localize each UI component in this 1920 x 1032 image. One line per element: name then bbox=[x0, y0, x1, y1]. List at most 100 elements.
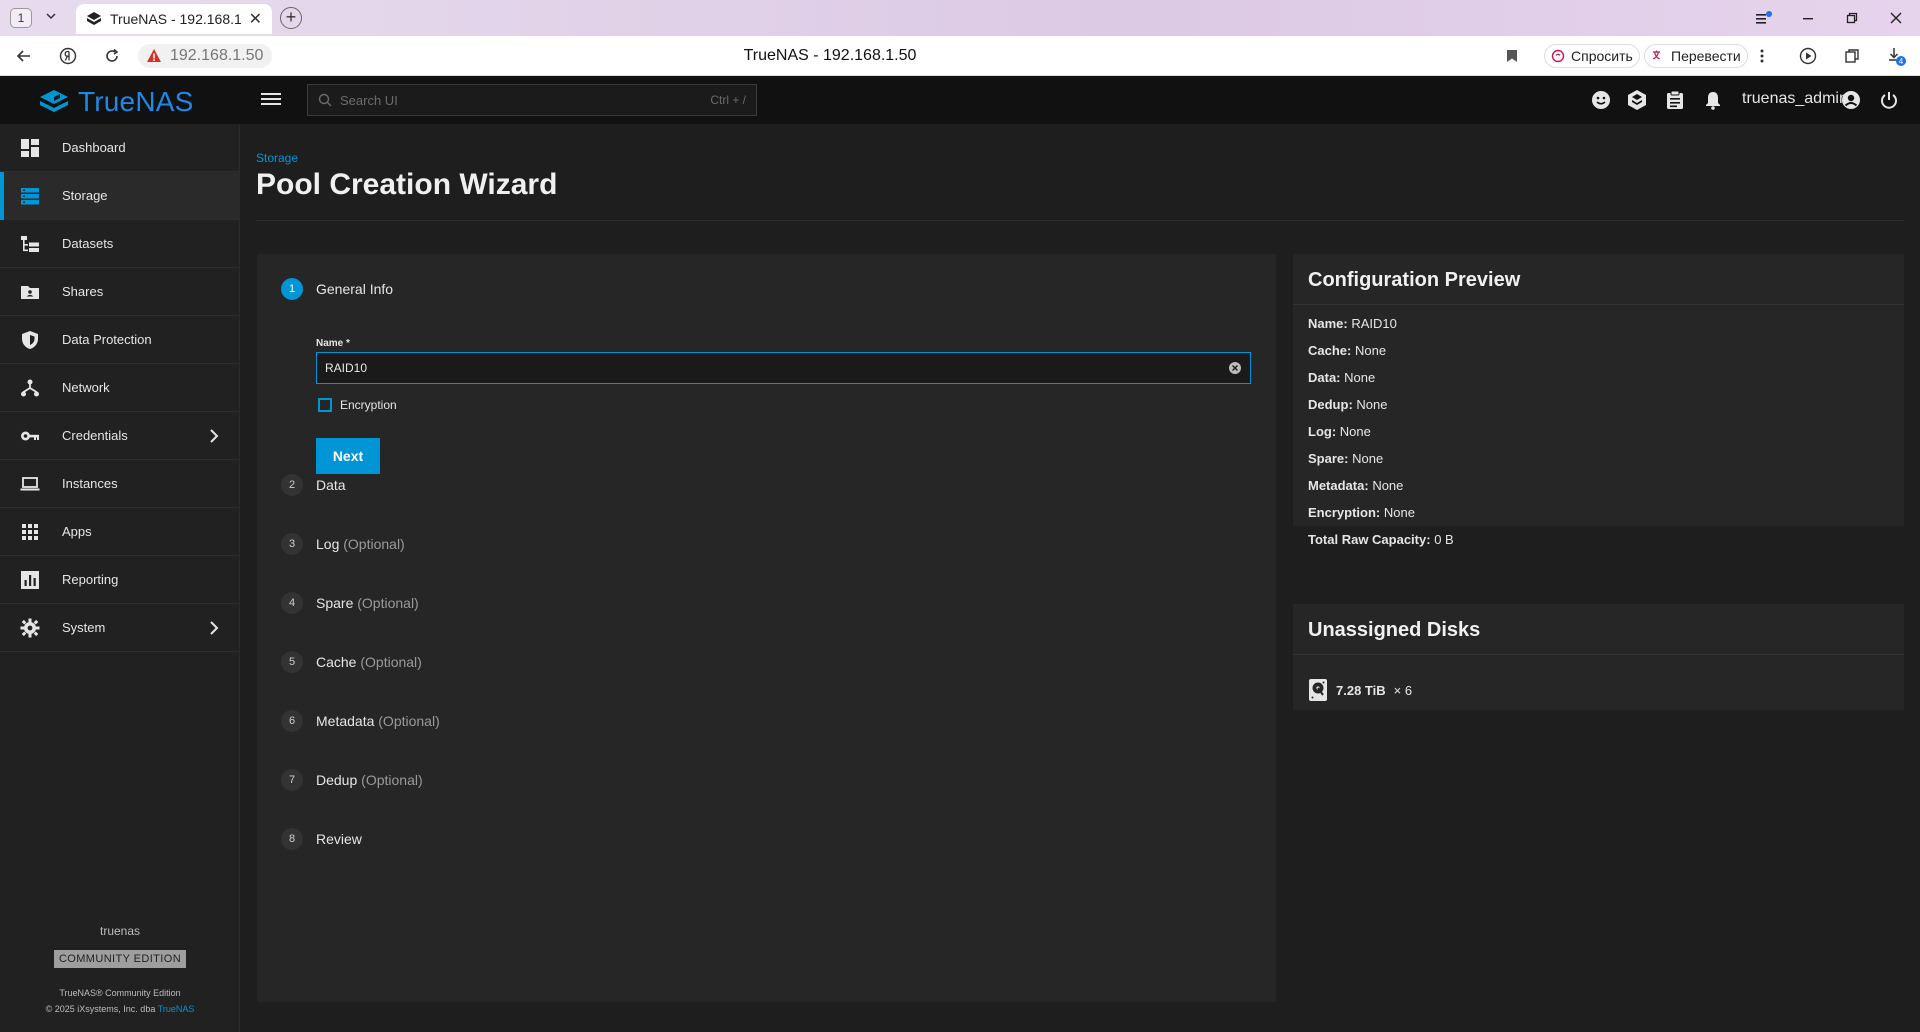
truenas-logo[interactable]: TrueNAS bbox=[38, 86, 194, 118]
divider bbox=[1293, 304, 1904, 305]
name-field[interactable]: RAID10 bbox=[316, 352, 1251, 384]
sidebar-item-network[interactable]: Network bbox=[0, 364, 239, 412]
minimize-window-icon[interactable] bbox=[1786, 0, 1830, 36]
step-dedup[interactable]: Dedup (Optional) bbox=[316, 772, 423, 788]
truenas-favicon-icon bbox=[87, 12, 101, 25]
chevron-right-icon bbox=[210, 621, 219, 635]
downloads-badge: 4 bbox=[1899, 57, 1904, 66]
preview-value: RAID10 bbox=[1351, 316, 1397, 331]
sidebar-item-system[interactable]: System bbox=[0, 604, 239, 652]
new-tab-button[interactable]: + bbox=[280, 7, 302, 29]
reload-icon[interactable] bbox=[98, 44, 126, 68]
step-cache[interactable]: Cache (Optional) bbox=[316, 654, 422, 670]
username-label[interactable]: truenas_admin bbox=[1742, 90, 1848, 108]
shield-icon bbox=[22, 331, 38, 349]
step-spare[interactable]: Spare (Optional) bbox=[316, 595, 419, 611]
copyright-brand-link[interactable]: TrueNAS bbox=[158, 1004, 195, 1014]
sidebar-item-shares[interactable]: Shares bbox=[0, 268, 239, 316]
wizard-stepper: 1 General Info Name * RAID10 Encryption … bbox=[257, 254, 1276, 1002]
close-window-icon[interactable] bbox=[1874, 0, 1918, 36]
datasets-icon bbox=[21, 236, 39, 252]
step-log[interactable]: Log (Optional) bbox=[316, 536, 405, 552]
sidebar-item-label: Instances bbox=[62, 476, 118, 491]
notifications-bell-icon[interactable] bbox=[1702, 89, 1724, 111]
preview-value: 0 B bbox=[1434, 532, 1454, 547]
chart-icon bbox=[21, 571, 39, 589]
url-field[interactable]: 192.168.1.50 bbox=[138, 44, 272, 68]
step-optional-tag: (Optional) bbox=[378, 713, 440, 729]
disk-count: × 6 bbox=[1393, 682, 1413, 698]
search-shortcut: Ctrl + / bbox=[710, 93, 746, 107]
bookmark-icon[interactable] bbox=[1498, 44, 1526, 68]
step-label: Metadata bbox=[316, 713, 375, 729]
restore-window-icon[interactable] bbox=[1830, 0, 1874, 36]
preview-key: Dedup: bbox=[1308, 397, 1353, 412]
sidebar-item-label: System bbox=[62, 620, 106, 635]
disk-size: 7.28 TiB bbox=[1336, 682, 1386, 698]
step-number-badge: 4 bbox=[281, 592, 303, 614]
step-review[interactable]: Review bbox=[316, 831, 362, 847]
encryption-checkbox[interactable] bbox=[318, 398, 332, 412]
tab-counter[interactable]: 1 bbox=[10, 8, 32, 28]
sidebar-item-apps[interactable]: Apps bbox=[0, 508, 239, 556]
name-field-value: RAID10 bbox=[325, 361, 368, 375]
browser-tab-title: TrueNAS - 192.168.1.50 bbox=[110, 11, 241, 27]
sidebar-item-label: Network bbox=[62, 380, 110, 395]
close-tab-icon[interactable]: ✕ bbox=[249, 9, 262, 29]
sidebar-item-label: Data Protection bbox=[62, 332, 152, 347]
sidebar-item-storage[interactable]: Storage bbox=[0, 172, 239, 220]
preview-row: Name: RAID10 bbox=[1308, 316, 1397, 331]
sidebar-item-datasets[interactable]: Datasets bbox=[0, 220, 239, 268]
step-data[interactable]: Data bbox=[316, 477, 346, 493]
app-header: TrueNAS Search UI Ctrl + / truenas_admin bbox=[0, 76, 1920, 124]
encryption-label[interactable]: Encryption bbox=[340, 398, 397, 412]
step-number-badge: 5 bbox=[281, 651, 303, 673]
browser-menu-icon[interactable] bbox=[1742, 0, 1786, 36]
insecure-warning-icon[interactable] bbox=[146, 48, 162, 64]
browser-tab-bar: 1 TrueNAS - 192.168.1.50 ✕ + bbox=[0, 0, 1920, 36]
laptop-icon bbox=[20, 477, 40, 491]
translate-icon bbox=[1652, 50, 1660, 60]
preview-row: Data: None bbox=[1308, 370, 1375, 385]
yandex-icon[interactable] bbox=[54, 44, 82, 68]
truecommand-icon[interactable] bbox=[1626, 89, 1648, 111]
menu-toggle-icon[interactable] bbox=[261, 90, 281, 110]
step-label: Data bbox=[316, 477, 346, 493]
back-arrow-icon[interactable] bbox=[10, 44, 38, 68]
power-icon[interactable] bbox=[1878, 89, 1900, 111]
feedback-smiley-icon[interactable] bbox=[1590, 89, 1612, 111]
preview-value: None bbox=[1352, 451, 1384, 466]
configuration-preview-card: Configuration Preview Name: RAID10 Cache… bbox=[1293, 254, 1904, 547]
shares-icon bbox=[21, 286, 39, 299]
step-general-info[interactable]: General Info bbox=[316, 281, 393, 297]
breadcrumb[interactable]: Storage bbox=[256, 151, 298, 165]
preview-key: Encryption: bbox=[1308, 505, 1381, 520]
search-placeholder: Search UI bbox=[340, 92, 398, 108]
step-metadata[interactable]: Metadata (Optional) bbox=[316, 713, 440, 729]
ask-ai-button[interactable]: Спросить bbox=[1544, 44, 1640, 68]
storage-icon bbox=[21, 188, 39, 205]
sidebar-item-credentials[interactable]: Credentials bbox=[0, 412, 239, 460]
collections-icon[interactable] bbox=[1838, 44, 1866, 68]
disk-group-row: 7.28 TiB × 6 bbox=[1308, 678, 1412, 702]
jobs-clipboard-icon[interactable] bbox=[1664, 89, 1686, 111]
sidebar-item-reporting[interactable]: Reporting bbox=[0, 556, 239, 604]
search-icon bbox=[318, 93, 332, 107]
clear-input-icon[interactable] bbox=[1228, 361, 1242, 375]
gear-icon bbox=[20, 618, 40, 638]
translate-button[interactable]: Перевести bbox=[1644, 44, 1748, 68]
downloads-icon[interactable]: 4 bbox=[1882, 44, 1910, 68]
more-options-icon[interactable] bbox=[1748, 44, 1776, 68]
next-button[interactable]: Next bbox=[316, 438, 380, 474]
sidebar-item-dashboard[interactable]: Dashboard bbox=[0, 124, 239, 172]
preview-row: Cache: None bbox=[1308, 343, 1386, 358]
browser-tab-active[interactable]: TrueNAS - 192.168.1.50 ✕ bbox=[76, 4, 272, 34]
step-label: Cache bbox=[316, 654, 357, 670]
media-play-icon[interactable] bbox=[1794, 44, 1822, 68]
step-label: General Info bbox=[316, 281, 394, 297]
search-input[interactable]: Search UI Ctrl + / bbox=[307, 84, 757, 116]
account-circle-icon[interactable] bbox=[1840, 89, 1862, 111]
sidebar-item-instances[interactable]: Instances bbox=[0, 460, 239, 508]
tab-list-chevron-icon[interactable] bbox=[40, 8, 62, 28]
sidebar-item-data-protection[interactable]: Data Protection bbox=[0, 316, 239, 364]
